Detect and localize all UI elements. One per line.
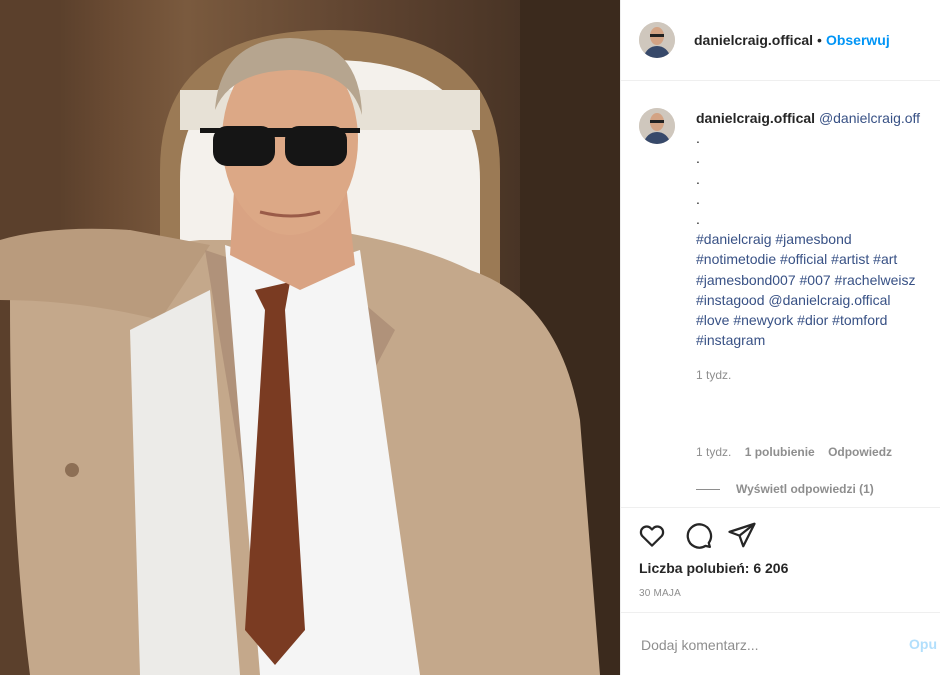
post-date[interactable]: 30 MAJA (639, 588, 681, 599)
caption-mention[interactable]: @danielcraig.off (819, 110, 920, 126)
avatar-image (639, 22, 675, 58)
post-sidebar: danielcraig.offical • Obserwuj danielcraig… (620, 0, 940, 675)
username-link[interactable]: danielcraig.offical (694, 32, 813, 48)
paper-plane-icon[interactable] (727, 520, 757, 550)
post-actions: Liczba polubień: 6 206 30 MAJA (621, 507, 940, 613)
hashtag-line[interactable]: #love #newyork #dior #tomford (696, 310, 940, 330)
hashtag-line[interactable]: #instagood @danielcraig.offical (696, 290, 940, 310)
follow-button[interactable]: Obserwuj (826, 32, 890, 48)
post-header: danielcraig.offical • Obserwuj (621, 0, 940, 81)
hashtag-line[interactable]: #jamesbond007 #007 #rachelweisz (696, 270, 940, 290)
header-text: danielcraig.offical • Obserwuj (694, 32, 890, 48)
speech-bubble-icon[interactable] (683, 520, 713, 550)
comment-input[interactable] (639, 633, 893, 657)
reply-button[interactable]: Odpowiedz (828, 445, 892, 459)
view-replies-label: Wyświetl odpowiedzi (1) (736, 482, 874, 496)
photo-illustration (0, 0, 620, 675)
post-comment-button[interactable]: Opu (909, 636, 937, 652)
comment-likes[interactable]: 1 polubienie (745, 445, 815, 459)
hashtag-line[interactable]: #instagram (696, 330, 940, 350)
heart-icon[interactable] (637, 520, 667, 550)
caption-dot-line: . (696, 211, 700, 228)
caption-dot-line: . (696, 190, 700, 207)
avatar-image (639, 108, 675, 144)
caption-dot-line: . (696, 170, 700, 187)
hashtag-line[interactable]: #notimetodie #official #artist #art (696, 249, 940, 269)
caption-time[interactable]: 1 tydz. (696, 368, 731, 382)
caption-text: danielcraig.offical @danielcraig.off . .… (696, 108, 940, 350)
caption-dot-line: . (696, 150, 700, 167)
likes-count[interactable]: Liczba polubień: 6 206 (639, 560, 788, 576)
comment-time[interactable]: 1 tydz. (696, 445, 731, 459)
caption-dot-line: . (696, 130, 700, 147)
separator-dot: • (817, 32, 822, 48)
comments-area[interactable]: danielcraig.offical @danielcraig.off . .… (621, 81, 940, 506)
view-replies-button[interactable]: Wyświetl odpowiedzi (1) (696, 482, 874, 496)
caption-username[interactable]: danielcraig.offical (696, 110, 815, 126)
caption-avatar[interactable] (639, 108, 675, 144)
comment-meta: 1 tydz. 1 polubienie Odpowiedz (696, 445, 902, 459)
hashtag-line[interactable]: #danielcraig #jamesbond (696, 229, 940, 249)
add-comment-bar: Opu (621, 612, 940, 676)
replies-divider (696, 489, 720, 491)
hashtag-block[interactable]: #danielcraig #jamesbond #notimetodie #of… (696, 229, 940, 350)
avatar[interactable] (639, 22, 675, 58)
post-photo[interactable] (0, 0, 620, 675)
caption-dots: . . . . . (696, 128, 940, 229)
